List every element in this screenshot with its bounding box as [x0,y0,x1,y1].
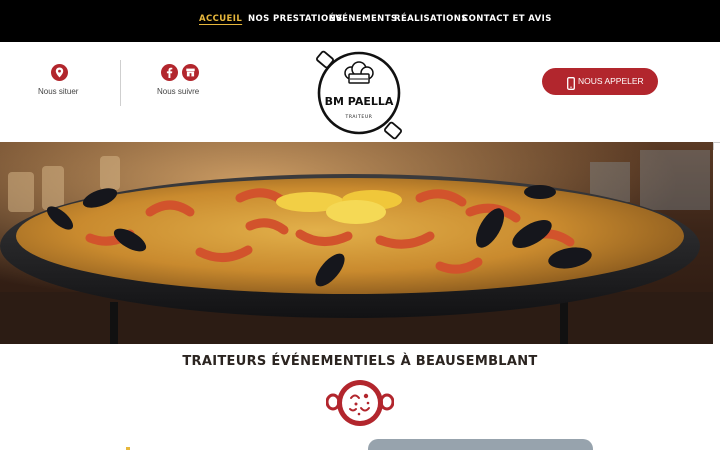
locate-label[interactable]: Nous situer [38,87,78,96]
facebook-icon[interactable] [161,64,178,81]
locate-link[interactable] [51,64,68,85]
storefront-icon[interactable] [182,64,199,81]
nav-item-realisations[interactable]: RÉALISATIONS [394,14,468,24]
logo-tagline-text: TRAITEUR [345,114,373,120]
top-navigation: ACCUEIL NOS PRESTATIONS ÉVÉNEMENTS RÉALI… [0,0,720,42]
brand-logo[interactable]: BM PAELLA TRAITEUR [312,48,406,142]
follow-label[interactable]: Nous suivre [157,87,199,96]
smartphone-icon [567,75,575,94]
nav-item-accueil[interactable]: ACCUEIL [199,14,242,24]
location-pin-icon [51,64,68,81]
logo-name-text: BM PAELLA [325,95,394,108]
hero-paella-image [0,142,713,344]
paella-pan-icon [325,378,395,428]
nav-item-contact-et-avis[interactable]: CONTACT ET AVIS [462,14,552,24]
site-header: Nous situer Nous suivre BM PAELLA TRAITE… [0,42,720,142]
header-divider [120,60,121,106]
section-heading: TRAITEURS ÉVÉNEMENTIELS À BEAUSEMBLANT [182,354,538,369]
content-image-partial [368,439,593,450]
nav-item-evenements[interactable]: ÉVÉNEMENTS [329,14,397,24]
scroll-indicator[interactable] [713,142,720,150]
call-button-label: NOUS APPELER [578,76,644,86]
call-button[interactable]: NOUS APPELER [542,68,658,95]
